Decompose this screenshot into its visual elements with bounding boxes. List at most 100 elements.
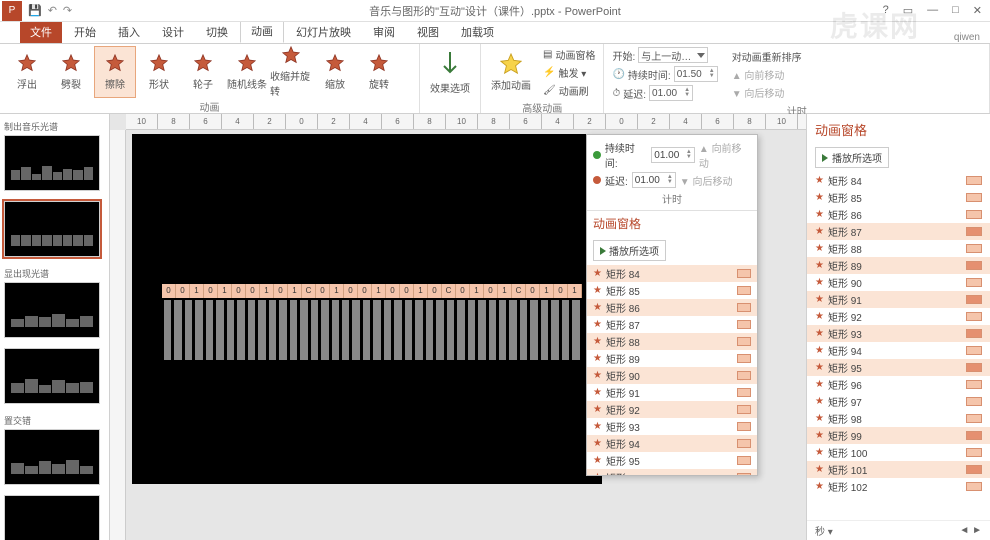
timeline-bar[interactable] xyxy=(737,303,751,312)
animation-item[interactable]: ★矩形 84 xyxy=(587,265,757,282)
timeline-bar[interactable] xyxy=(966,448,982,457)
animation-item[interactable]: ★矩形 90 xyxy=(807,274,990,291)
timeline-bar[interactable] xyxy=(966,363,982,372)
animation-item[interactable]: ★矩形 97 xyxy=(807,393,990,410)
timeline-bar[interactable] xyxy=(966,329,982,338)
move-later-button[interactable]: ▼ 向后移动 xyxy=(730,84,804,101)
animation-item[interactable]: ★矩形 91 xyxy=(807,291,990,308)
animation-painter-button[interactable]: 🖌动画刷 xyxy=(541,82,597,99)
tab-动画[interactable]: 动画 xyxy=(240,19,284,43)
barcode-shape-group[interactable]: 0010100101C010010010C0101C0101 xyxy=(162,284,582,374)
add-animation-button[interactable]: 添加动画 xyxy=(487,51,535,94)
animation-item[interactable]: ★矩形 86 xyxy=(807,206,990,223)
timeline-bar[interactable] xyxy=(737,286,751,295)
animation-item[interactable]: ★矩形 89 xyxy=(587,350,757,367)
slide-thumb[interactable] xyxy=(4,135,100,191)
animation-item[interactable]: ★矩形 85 xyxy=(587,282,757,299)
animation-item[interactable]: ★矩形 88 xyxy=(807,240,990,257)
float-play-button[interactable]: 播放所选项 xyxy=(593,240,666,261)
animation-effect-轮子[interactable]: 轮子 xyxy=(182,46,224,98)
timeline-bar[interactable] xyxy=(966,261,982,270)
animation-effect-随机线条[interactable]: 随机线条 xyxy=(226,46,268,98)
animation-item[interactable]: ★矩形 91 xyxy=(587,384,757,401)
delay-spinner[interactable]: 01.00▲▼ xyxy=(649,85,693,101)
timeline-bar[interactable] xyxy=(966,193,982,202)
animation-item[interactable]: ★矩形 88 xyxy=(587,333,757,350)
animation-item[interactable]: ★矩形 99 xyxy=(807,427,990,444)
slide-thumb[interactable] xyxy=(4,201,100,257)
timeline-bar[interactable] xyxy=(737,456,751,465)
timeline-bar[interactable] xyxy=(737,269,751,278)
animation-effect-劈裂[interactable]: 劈裂 xyxy=(50,46,92,98)
tab-幻灯片放映[interactable]: 幻灯片放映 xyxy=(286,21,361,43)
play-selected-button[interactable]: 播放所选项 xyxy=(815,147,889,168)
timeline-bar[interactable] xyxy=(966,295,982,304)
animation-item[interactable]: ★矩形 102 xyxy=(807,478,990,495)
tab-file[interactable]: 文件 xyxy=(20,21,62,43)
animation-item[interactable]: ★矩形 95 xyxy=(587,452,757,469)
slide-thumb[interactable] xyxy=(4,348,100,404)
close-icon[interactable]: ✕ xyxy=(973,4,982,17)
animation-item[interactable]: ★矩形 87 xyxy=(587,316,757,333)
animation-effect-旋转[interactable]: 旋转 xyxy=(358,46,400,98)
animation-item[interactable]: ★矩形 96 xyxy=(807,376,990,393)
undo-icon[interactable]: ↶ xyxy=(48,4,57,17)
animation-item[interactable]: ★矩形 93 xyxy=(807,325,990,342)
animation-item[interactable]: ★矩形 89 xyxy=(807,257,990,274)
timeline-bar[interactable] xyxy=(966,482,982,491)
float-move-later[interactable]: ▼ 向后移动 xyxy=(680,173,733,188)
tab-加载项[interactable]: 加载项 xyxy=(451,21,504,43)
start-dropdown[interactable]: 与上一动… xyxy=(638,47,708,63)
animation-item[interactable]: ★矩形 85 xyxy=(807,189,990,206)
timeline-bar[interactable] xyxy=(737,371,751,380)
slide[interactable]: 0010100101C010010010C0101C0101 xyxy=(132,134,602,484)
slide-thumbnail-panel[interactable]: 制出音乐光谱 显出现光谱 置交错 xyxy=(0,114,110,540)
animation-effect-收缩并旋转[interactable]: 收缩并旋转 xyxy=(270,46,312,98)
animation-item[interactable]: ★矩形 94 xyxy=(587,435,757,452)
help-icon[interactable]: ? xyxy=(883,4,889,17)
animation-item[interactable]: ★矩形 98 xyxy=(807,410,990,427)
animation-item[interactable]: ★矩形 86 xyxy=(587,299,757,316)
animation-item[interactable]: ★矩形 92 xyxy=(587,401,757,418)
animation-item[interactable]: ★矩形 101 xyxy=(807,461,990,478)
timeline-bar[interactable] xyxy=(737,388,751,397)
save-icon[interactable]: 💾 xyxy=(28,4,42,17)
tab-插入[interactable]: 插入 xyxy=(108,21,150,43)
timeline-bar[interactable] xyxy=(737,354,751,363)
animation-item[interactable]: ★矩形 95 xyxy=(807,359,990,376)
timeline-bar[interactable] xyxy=(966,244,982,253)
redo-icon[interactable]: ↷ xyxy=(63,4,72,17)
maximize-icon[interactable]: □ xyxy=(952,4,959,17)
animation-item[interactable]: ★矩形 93 xyxy=(587,418,757,435)
timeline-bar[interactable] xyxy=(966,278,982,287)
tab-视图[interactable]: 视图 xyxy=(407,21,449,43)
timeline-bar[interactable] xyxy=(966,210,982,219)
animation-pane-toggle[interactable]: ▤动画窗格 xyxy=(541,46,597,63)
timeline-bar[interactable] xyxy=(737,422,751,431)
tab-设计[interactable]: 设计 xyxy=(152,21,194,43)
timeline-bar[interactable] xyxy=(737,320,751,329)
animation-item[interactable]: ★矩形 96 xyxy=(587,469,757,475)
timeline-bar[interactable] xyxy=(966,431,982,440)
timeline-bar[interactable] xyxy=(966,346,982,355)
animation-effect-形状[interactable]: 形状 xyxy=(138,46,180,98)
animation-item[interactable]: ★矩形 92 xyxy=(807,308,990,325)
timeline-bar[interactable] xyxy=(737,337,751,346)
timeline-bar[interactable] xyxy=(966,312,982,321)
tab-开始[interactable]: 开始 xyxy=(64,21,106,43)
duration-spinner[interactable]: 01.50▲▼ xyxy=(674,66,718,82)
timeline-bar[interactable] xyxy=(737,405,751,414)
timeline-footer[interactable]: 秒 ▾◄ ► xyxy=(807,520,990,540)
float-delay-spinner[interactable]: 01.00▲▼ xyxy=(632,172,676,188)
timeline-bar[interactable] xyxy=(737,473,751,475)
float-move-earlier[interactable]: ▲ 向前移动 xyxy=(699,140,751,170)
animation-item[interactable]: ★矩形 100 xyxy=(807,444,990,461)
animation-effect-擦除[interactable]: 擦除 xyxy=(94,46,136,98)
timeline-bar[interactable] xyxy=(966,397,982,406)
move-earlier-button[interactable]: ▲ 向前移动 xyxy=(730,66,804,83)
timeline-bar[interactable] xyxy=(737,439,751,448)
animation-item[interactable]: ★矩形 94 xyxy=(807,342,990,359)
animation-item[interactable]: ★矩形 84 xyxy=(807,172,990,189)
float-duration-spinner[interactable]: 01.00▲▼ xyxy=(651,147,695,163)
tab-切换[interactable]: 切换 xyxy=(196,21,238,43)
